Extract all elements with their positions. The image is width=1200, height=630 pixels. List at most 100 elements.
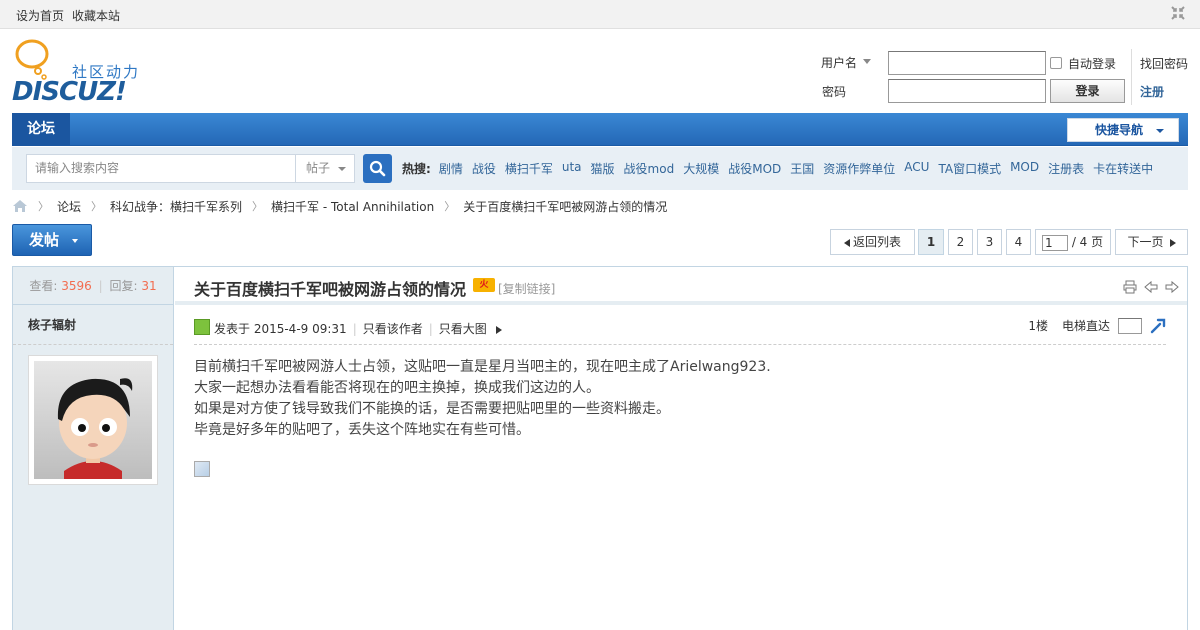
breadcrumb-separator: 〉 <box>91 200 103 213</box>
quick-nav-label: 快捷导航 <box>1095 123 1144 137</box>
page-jump-input[interactable]: 1 <box>1042 234 1068 251</box>
back-to-list-label: 返回列表 <box>852 235 901 249</box>
top-bar: 设为首页 收藏本站 <box>0 0 1200 29</box>
thread-stats: 查看: 3596 | 回复: 31 <box>13 267 173 305</box>
hot-search-item[interactable]: 资源作弊单位 <box>823 160 895 177</box>
only-author-link[interactable]: 只看该作者 <box>363 322 423 336</box>
thread-title-bar: 关于百度横扫千军吧被网游占领的情况 火 [复制链接] <box>175 267 1187 305</box>
header: 社区动力 DISCUZ! 用户名 自动登录 密码 登录 找回密码 注册 <box>0 29 1200 113</box>
auto-login-checkbox[interactable] <box>1050 57 1062 69</box>
search-type-value: 帖子 <box>306 161 331 175</box>
hot-search-item[interactable]: 卡在转送中 <box>1093 160 1153 177</box>
post-paragraph: 目前横扫千军吧被网游人士占领，这贴吧一直是星月当吧主的，现在吧主成了Arielw… <box>194 359 771 375</box>
page-link[interactable]: 4 <box>1006 229 1031 255</box>
avatar[interactable] <box>28 355 158 485</box>
hot-search-item[interactable]: ACU <box>904 160 929 177</box>
breadcrumb-board[interactable]: 横扫千军 - Total Annihilation <box>271 198 434 215</box>
new-post-button[interactable]: 发帖 <box>12 224 92 256</box>
post-paragraph: 大家一起想办法看看能否将现在的吧主换掉，换成我们这边的人。 <box>194 380 600 396</box>
hot-search-item[interactable]: 横扫千军 <box>505 160 553 177</box>
collapse-icon[interactable] <box>1170 5 1186 21</box>
page-link-current[interactable]: 1 <box>918 229 944 255</box>
page-link[interactable]: 2 <box>948 229 973 255</box>
search-input[interactable]: 请输入搜索内容 <box>26 154 296 183</box>
next-page-label: 下一页 <box>1127 235 1164 249</box>
search-button[interactable] <box>363 154 392 183</box>
post-container: 查看: 3596 | 回复: 31 核子辐射 关于百度横扫千军吧被网游占领的情况… <box>12 266 1188 630</box>
new-post-label: 发帖 <box>29 231 60 249</box>
chevron-right-icon <box>1169 238 1176 247</box>
breadcrumb-separator: 〉 <box>252 200 264 213</box>
breadcrumb-forum[interactable]: 论坛 <box>57 198 81 215</box>
views-count: 3596 <box>61 279 92 293</box>
avatar-image <box>34 361 152 479</box>
author-sidebar: 查看: 3596 | 回复: 31 核子辐射 <box>13 267 174 630</box>
hot-search-item[interactable]: 战役mod <box>624 160 675 177</box>
hot-search-item[interactable]: 战役 <box>472 160 496 177</box>
broken-image-icon[interactable] <box>194 461 210 477</box>
hot-search-item[interactable]: 剧情 <box>439 160 463 177</box>
breadcrumb-separator: 〉 <box>444 200 456 213</box>
page-jump: 1 / 4 页 <box>1035 229 1111 255</box>
print-icon[interactable] <box>1123 280 1137 294</box>
jump-label: 电梯直达 <box>1061 319 1110 333</box>
search-icon <box>369 160 386 177</box>
password-input[interactable] <box>888 79 1046 103</box>
login-form: 用户名 自动登录 密码 登录 找回密码 注册 <box>0 29 1200 113</box>
chevron-down-icon <box>72 239 78 243</box>
username-input[interactable] <box>888 51 1046 75</box>
back-to-list-button[interactable]: 返回列表 <box>830 229 915 255</box>
go-arrow-icon[interactable] <box>1150 318 1166 334</box>
prev-thread-icon[interactable] <box>1144 280 1158 294</box>
hot-search-item[interactable]: 战役MOD <box>728 160 781 177</box>
tab-forum[interactable]: 论坛 <box>12 113 70 146</box>
post-main: 关于百度横扫千军吧被网游占领的情况 火 [复制链接] 发表于 2015-4-9 … <box>175 267 1187 630</box>
post-date: 发表于 2015-4-9 09:31 <box>214 322 347 336</box>
password-label: 密码 <box>822 85 847 99</box>
chevron-down-icon <box>338 167 346 171</box>
hot-search-item[interactable]: 猫版 <box>591 160 615 177</box>
username-label[interactable]: 用户名 <box>821 54 857 71</box>
hot-search-item[interactable]: MOD <box>1010 160 1039 177</box>
register-link[interactable]: 注册 <box>1140 83 1164 100</box>
post-toolbar: 发帖 返回列表 1 2 3 4 1 / 4 页 下一页 <box>12 224 1188 258</box>
auto-login-label[interactable]: 自动登录 <box>1068 55 1116 72</box>
stats-divider: | <box>98 279 103 293</box>
breadcrumb-category[interactable]: 科幻战争：横扫千军系列 <box>110 198 242 215</box>
hot-search-item[interactable]: TA窗口模式 <box>938 160 1001 177</box>
post-body: 目前横扫千军吧被网游人士占领，这贴吧一直是星月当吧主的，现在吧主成了Arielw… <box>194 357 771 441</box>
breadcrumb-thread[interactable]: 关于百度横扫千军吧被网游占领的情况 <box>463 198 667 215</box>
breadcrumb-separator: 〉 <box>38 200 49 213</box>
page-link[interactable]: 3 <box>977 229 1002 255</box>
username-type-caret-icon[interactable] <box>863 59 871 64</box>
chevron-right-icon <box>495 325 502 334</box>
floor-number: 1楼 <box>1028 319 1048 333</box>
hot-search-item[interactable]: uta <box>562 160 582 177</box>
views-label: 查看: <box>29 279 58 293</box>
hot-search-item[interactable]: 注册表 <box>1048 160 1084 177</box>
search-type-select[interactable]: 帖子 <box>295 154 355 183</box>
main-nav: 论坛 快捷导航 <box>12 113 1188 146</box>
find-password-link[interactable]: 找回密码 <box>1140 55 1188 72</box>
search-bar: 请输入搜索内容 帖子 热搜: 剧情 战役 横扫千军 uta 猫版 战役mod 大… <box>12 147 1188 190</box>
post-paragraph: 如果是对方使了钱导致我们不能换的话，是否需要把贴吧里的一些资料搬走。 <box>194 401 670 417</box>
breadcrumb: 〉 论坛 〉 科幻战争：横扫千军系列 〉 横扫千军 - Total Annihi… <box>12 198 677 214</box>
post-meta: 发表于 2015-4-9 09:31 | 只看该作者 | 只看大图 1楼 电梯直达 <box>194 313 1166 345</box>
hot-search-list: 热搜: 剧情 战役 横扫千军 uta 猫版 战役mod 大规模 战役MOD 王国… <box>402 160 1162 177</box>
home-icon[interactable] <box>12 199 28 213</box>
quick-nav-button[interactable]: 快捷导航 <box>1067 118 1179 142</box>
page-total: / 4 页 <box>1071 235 1104 249</box>
next-thread-icon[interactable] <box>1165 280 1179 294</box>
copy-link[interactable]: [复制链接] <box>498 280 555 297</box>
author-name[interactable]: 核子辐射 <box>13 305 173 345</box>
big-image-link[interactable]: 只看大图 <box>439 322 487 336</box>
bookmark-link[interactable]: 收藏本站 <box>72 7 120 24</box>
login-button[interactable]: 登录 <box>1050 79 1125 103</box>
login-divider <box>1131 49 1132 105</box>
hot-badge: 火 <box>473 278 495 292</box>
set-home-link[interactable]: 设为首页 <box>16 7 64 24</box>
hot-search-item[interactable]: 王国 <box>790 160 814 177</box>
hot-search-item[interactable]: 大规模 <box>683 160 719 177</box>
floor-jump-input[interactable] <box>1118 317 1142 334</box>
next-page-button[interactable]: 下一页 <box>1115 229 1188 255</box>
